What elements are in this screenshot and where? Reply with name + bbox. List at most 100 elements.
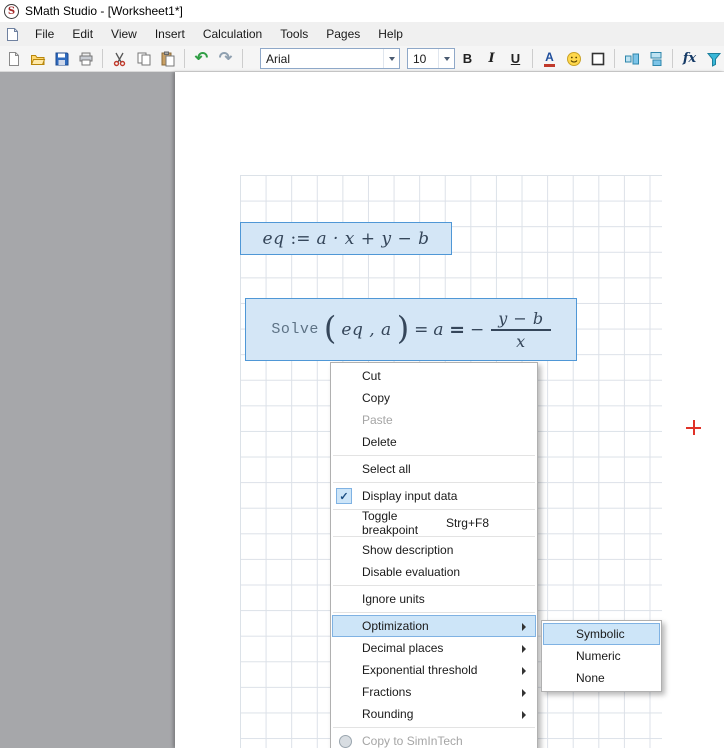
save-floppy-icon (54, 51, 70, 67)
undo-arrow-icon: ↶ (195, 51, 208, 67)
bold-button[interactable]: B (456, 48, 479, 70)
redo-arrow-icon: ↷ (219, 51, 232, 67)
menu-item-optimization[interactable]: Optimization (332, 615, 536, 637)
underline-button[interactable]: U (504, 48, 527, 70)
save-button[interactable] (50, 48, 73, 70)
menu-item-label: Ignore units (362, 592, 425, 606)
font-size-select[interactable]: 10 (407, 48, 455, 69)
menu-pages[interactable]: Pages (317, 23, 369, 45)
menu-item-label: Display input data (362, 489, 457, 503)
simintech-icon (339, 735, 352, 748)
worksheet-document-icon (6, 27, 19, 42)
submenu-item-symbolic[interactable]: Symbolic (543, 623, 660, 645)
app-logo-icon: S (4, 4, 19, 19)
font-color-icon: A (544, 51, 555, 67)
chevron-down-icon[interactable] (438, 49, 454, 68)
toolbar-separator (184, 49, 185, 68)
fraction-denominator: x (509, 332, 533, 351)
menu-item-label: Show description (362, 543, 453, 557)
menu-item-decimal-places[interactable]: Decimal places (332, 637, 536, 659)
math-rhs: a · x + y − b (316, 229, 429, 249)
expression-definition[interactable]: eq := a · x + y − b (240, 222, 452, 255)
window-title: SMath Studio - [Worksheet1*] (25, 4, 183, 18)
menu-separator (333, 482, 535, 483)
menu-separator (333, 455, 535, 456)
font-family-select[interactable]: Arial (260, 48, 400, 69)
menu-item-label: Rounding (362, 707, 413, 721)
menu-file[interactable]: File (26, 23, 63, 45)
smiley-icon (566, 51, 582, 67)
menu-insert[interactable]: Insert (146, 23, 194, 45)
symbolic-equals-operator: = (449, 319, 465, 341)
new-document-button[interactable] (2, 48, 25, 70)
menu-calculation[interactable]: Calculation (194, 23, 271, 45)
chevron-down-icon[interactable] (383, 49, 399, 68)
align-vertical-button[interactable] (644, 48, 667, 70)
worksheet-crosshair-cursor (686, 420, 701, 435)
equals-operator: = (414, 320, 428, 340)
filter-button[interactable] (702, 48, 724, 70)
open-button[interactable] (26, 48, 49, 70)
context-menu: Cut Copy Paste Delete Select all ✓ Displ… (330, 362, 538, 748)
menu-item-ignore-units[interactable]: Ignore units (332, 588, 536, 610)
undo-button[interactable]: ↶ (190, 48, 213, 70)
print-button[interactable] (74, 48, 97, 70)
expression-solve[interactable]: Solve ( eq , a ) = a = − y − b x (245, 298, 577, 361)
menu-item-exponential-threshold[interactable]: Exponential threshold (332, 659, 536, 681)
menu-item-cut[interactable]: Cut (332, 365, 536, 387)
font-size-value: 10 (413, 52, 438, 66)
menu-item-label: Select all (362, 462, 411, 476)
cut-button[interactable] (108, 48, 131, 70)
menu-item-fractions[interactable]: Fractions (332, 681, 536, 703)
function-arguments: eq , a (341, 320, 391, 340)
paste-button[interactable] (156, 48, 179, 70)
menu-separator (333, 727, 535, 728)
menu-item-label: Cut (362, 369, 381, 383)
menu-view[interactable]: View (102, 23, 146, 45)
math-lhs: eq (263, 229, 285, 249)
background-color-button[interactable] (562, 48, 585, 70)
italic-button[interactable]: I (480, 48, 503, 70)
menu-item-select-all[interactable]: Select all (332, 458, 536, 480)
close-paren: ) (397, 315, 409, 342)
titlebar: S SMath Studio - [Worksheet1*] (0, 0, 724, 22)
font-color-button[interactable]: A (538, 48, 561, 70)
border-square-icon (590, 51, 606, 67)
copy-button[interactable] (132, 48, 155, 70)
toolbar: ↶ ↷ Arial 10 B I U A (0, 46, 724, 72)
menu-item-toggle-breakpoint[interactable]: Toggle breakpoint Strg+F8 (332, 512, 536, 534)
printer-icon (78, 51, 94, 67)
menu-item-label: Delete (362, 435, 397, 449)
menu-item-disable-evaluation[interactable]: Disable evaluation (332, 561, 536, 583)
menu-separator (333, 612, 535, 613)
menu-tools[interactable]: Tools (271, 23, 317, 45)
menu-item-copy-to-simintech: Copy to SimInTech (332, 730, 536, 748)
menu-item-copy[interactable]: Copy (332, 387, 536, 409)
menu-item-label: Paste (362, 413, 393, 427)
menu-shortcut: Strg+F8 (446, 516, 489, 530)
menu-edit[interactable]: Edit (63, 23, 102, 45)
redo-button[interactable]: ↷ (214, 48, 237, 70)
submenu-arrow-icon (522, 623, 526, 631)
function-button[interactable]: fx (678, 48, 701, 70)
submenu-item-numeric[interactable]: Numeric (543, 645, 660, 667)
menu-item-show-description[interactable]: Show description (332, 539, 536, 561)
workspace: eq := a · x + y − b Solve ( eq , a ) = a… (0, 72, 724, 748)
align-horizontal-button[interactable] (620, 48, 643, 70)
menu-item-delete[interactable]: Delete (332, 431, 536, 453)
optimization-submenu: Symbolic Numeric None (541, 620, 662, 692)
submenu-item-none[interactable]: None (543, 667, 660, 689)
toolbar-separator (532, 49, 533, 68)
menu-item-rounding[interactable]: Rounding (332, 703, 536, 725)
menu-item-display-input-data[interactable]: ✓ Display input data (332, 485, 536, 507)
submenu-arrow-icon (522, 667, 526, 675)
fraction: y − b x (491, 309, 550, 351)
italic-label: I (488, 51, 494, 66)
border-button[interactable] (586, 48, 609, 70)
align-vertical-icon (648, 51, 664, 67)
fx-icon: fx (683, 51, 696, 66)
underline-label: U (511, 51, 520, 66)
menu-item-label: Numeric (576, 649, 621, 663)
assign-operator: := (290, 229, 310, 249)
menu-help[interactable]: Help (369, 23, 412, 45)
